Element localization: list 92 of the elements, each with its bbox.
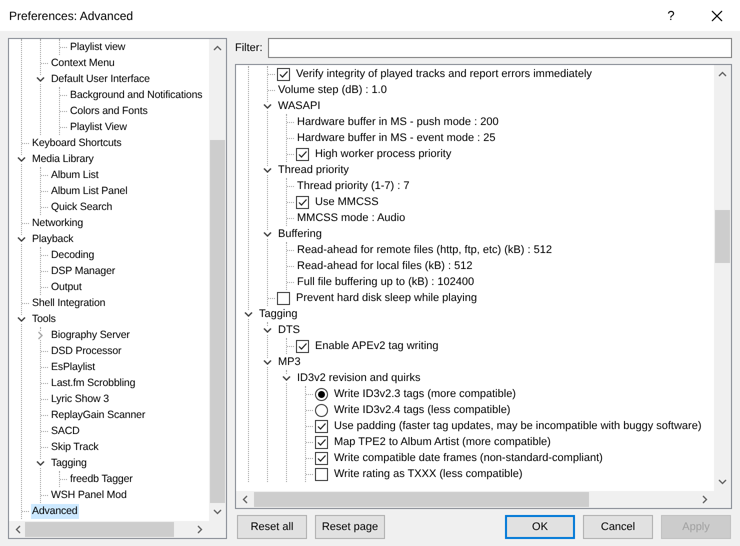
tree-item[interactable]: Buffering — [277, 226, 323, 242]
tree-item[interactable]: MP3 — [277, 354, 302, 370]
setting-value[interactable]: Thread priority (1-7) : 7 — [296, 178, 410, 194]
tree-item[interactable]: Tools — [31, 312, 57, 326]
scroll-right-icon[interactable] — [197, 525, 203, 534]
vertical-scrollbar[interactable] — [209, 39, 226, 521]
option-label[interactable]: Write compatible date frames (non-standard-compliant) — [333, 450, 604, 466]
option-label[interactable]: High worker process priority — [314, 146, 452, 162]
tree-item[interactable]: ID3v2 revision and quirks — [296, 370, 422, 386]
option-label[interactable]: Use padding (faster tag updates, may be incompatible with buggy software) — [333, 418, 702, 434]
scrollbar-thumb[interactable] — [254, 492, 589, 507]
tree-item[interactable]: Default User Interface — [50, 72, 151, 86]
tree-item[interactable]: Context Menu — [50, 56, 116, 70]
close-icon[interactable] — [711, 10, 723, 22]
dialog-button[interactable]: Reset all — [237, 515, 307, 539]
tree-item[interactable]: ReplayGain Scanner — [50, 408, 146, 422]
tree-item[interactable]: Album List — [50, 168, 100, 182]
scrollbar-thumb[interactable] — [715, 210, 730, 263]
tree-item[interactable]: Lyric Show 3 — [50, 392, 110, 406]
dialog-button[interactable]: OK — [505, 515, 575, 539]
filter-field[interactable] — [268, 38, 732, 58]
checkbox[interactable] — [315, 468, 328, 480]
tree-item[interactable]: Colors and Fonts — [69, 104, 149, 118]
window-title: Preferences: Advanced — [9, 8, 134, 22]
checkbox[interactable] — [296, 148, 309, 160]
tree-item[interactable]: Tagging — [50, 456, 88, 470]
option-label[interactable]: Prevent hard disk sleep while playing — [295, 290, 478, 306]
scrollbar-thumb[interactable] — [210, 140, 225, 503]
scroll-down-icon[interactable] — [718, 479, 727, 485]
tree-item[interactable]: freedb Tagger — [69, 472, 134, 486]
checkbox[interactable] — [315, 436, 328, 448]
option-label[interactable]: Write rating as TXXX (less compatible) — [333, 466, 524, 482]
setting-value[interactable]: MMCSS mode : Audio — [296, 210, 406, 226]
help-button[interactable]: ? — [648, 0, 694, 31]
tree-item[interactable]: Tagging — [258, 306, 299, 322]
tree-item[interactable]: WSH Panel Mod — [50, 488, 128, 502]
checkbox[interactable] — [315, 452, 328, 464]
setting-value[interactable]: Read-ahead for remote files (http, ftp, etc) (kB) : 512 — [296, 242, 553, 258]
setting-value[interactable]: Volume step (dB) : 1.0 — [277, 82, 388, 98]
checkbox[interactable] — [277, 292, 290, 304]
scrollbar-thumb[interactable] — [25, 522, 174, 537]
horizontal-scrollbar[interactable] — [9, 521, 209, 538]
scroll-left-icon[interactable] — [15, 525, 21, 534]
dialog-button[interactable]: Cancel — [583, 515, 653, 539]
tree-item[interactable]: Decoding — [50, 248, 96, 262]
tree-item[interactable]: Media Library — [31, 152, 95, 166]
filter-label: Filter: — [235, 42, 262, 54]
tree-item[interactable]: Networking — [31, 216, 84, 230]
tree-item[interactable]: Keyboard Shortcuts — [31, 136, 123, 150]
tree-item[interactable]: Playback — [31, 232, 74, 246]
checkbox[interactable] — [277, 68, 290, 80]
setting-value[interactable]: Hardware buffer in MS - event mode : 25 — [296, 130, 497, 146]
tree-item[interactable]: Thread priority — [277, 162, 350, 178]
tree-item[interactable]: Playlist view — [69, 40, 126, 54]
tree-item[interactable]: Quick Search — [50, 200, 114, 214]
tree-item[interactable]: EsPlaylist — [50, 360, 96, 374]
option-label[interactable]: Use MMCSS — [314, 194, 380, 210]
option-label[interactable]: Write ID3v2.4 tags (less compatible) — [333, 402, 512, 418]
setting-value[interactable]: Read-ahead for local files (kB) : 512 — [296, 258, 474, 274]
checkbox[interactable] — [296, 340, 309, 352]
horizontal-scrollbar[interactable] — [236, 491, 714, 508]
tree-item[interactable]: Advanced — [31, 504, 79, 518]
tree-item[interactable]: WASAPI — [277, 98, 322, 114]
scroll-up-icon[interactable] — [213, 45, 222, 51]
setting-value[interactable]: Hardware buffer in MS - push mode : 200 — [296, 114, 500, 130]
option-label[interactable]: Map TPE2 to Album Artist (more compatible) — [333, 434, 552, 450]
vertical-scrollbar[interactable] — [714, 65, 731, 491]
tree-item[interactable]: SACD — [50, 424, 81, 438]
scroll-up-icon[interactable] — [718, 71, 727, 77]
option-label[interactable]: Verify integrity of played tracks and report errors immediately — [295, 66, 593, 82]
scroll-left-icon[interactable] — [242, 495, 248, 504]
tree-item[interactable]: Background and Notifications — [69, 88, 204, 102]
tree-item[interactable]: DTS — [277, 322, 301, 338]
checkbox[interactable] — [296, 196, 309, 208]
tree-item[interactable]: Output — [50, 280, 83, 294]
tree-item[interactable]: Skip Track — [50, 440, 100, 454]
option-label[interactable]: Write ID3v2.3 tags (more compatible) — [333, 386, 517, 402]
dialog-button[interactable]: Reset page — [315, 515, 385, 539]
tree-item[interactable]: Shell Integration — [31, 296, 106, 310]
setting-value[interactable]: Full file buffering up to (kB) : 102400 — [296, 274, 476, 290]
tree-item[interactable]: Last.fm Scrobbling — [50, 376, 136, 390]
scroll-right-icon[interactable] — [702, 495, 708, 504]
tree-item[interactable]: Playlist View — [69, 120, 128, 134]
tree-item[interactable]: DSP Manager — [50, 264, 116, 278]
scroll-down-icon[interactable] — [213, 509, 222, 515]
checkbox[interactable] — [315, 420, 328, 432]
tree-item[interactable]: Biography Server — [50, 328, 131, 342]
tree-item[interactable]: DSD Processor — [50, 344, 122, 358]
radio-button[interactable] — [315, 404, 328, 416]
tree-item[interactable]: Album List Panel — [50, 184, 128, 198]
option-label[interactable]: Enable APEv2 tag writing — [314, 338, 440, 354]
radio-button[interactable] — [315, 388, 328, 400]
